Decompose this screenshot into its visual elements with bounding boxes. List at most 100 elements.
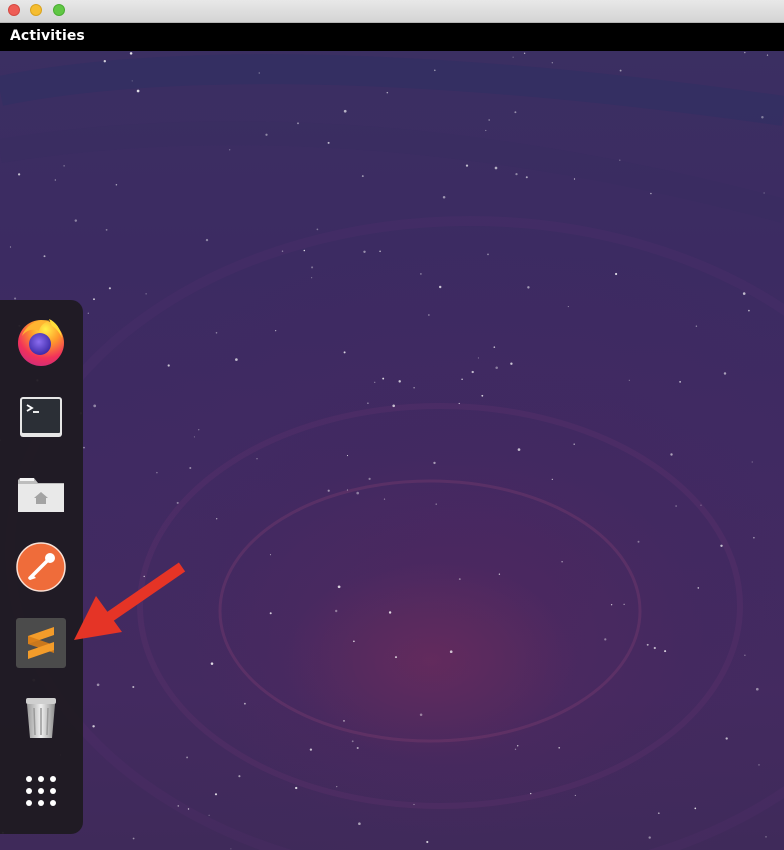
star — [751, 461, 753, 463]
star — [493, 346, 496, 348]
window-titlebar — [0, 0, 784, 23]
star — [327, 141, 330, 144]
star — [382, 377, 385, 380]
star — [694, 807, 697, 810]
firefox-icon — [18, 319, 64, 366]
star — [311, 266, 314, 269]
star — [458, 578, 461, 581]
star — [74, 219, 78, 222]
star — [216, 518, 218, 520]
star-field — [0, 51, 769, 850]
star — [646, 643, 649, 646]
star — [449, 650, 453, 654]
dock-item-files[interactable] — [14, 464, 68, 518]
star — [388, 611, 392, 614]
star — [129, 52, 133, 55]
star — [215, 332, 218, 334]
star — [363, 250, 366, 253]
star — [54, 179, 56, 181]
dock-item-trash[interactable] — [14, 690, 68, 744]
star — [386, 91, 389, 94]
star — [498, 573, 501, 575]
star — [765, 836, 767, 838]
star — [235, 358, 238, 361]
star — [523, 52, 526, 54]
star — [265, 133, 268, 136]
star — [744, 654, 746, 656]
postman-icon — [16, 542, 66, 592]
star — [358, 822, 361, 825]
desktop-wallpaper — [0, 51, 784, 850]
star — [697, 587, 700, 589]
star — [356, 491, 360, 495]
star — [177, 805, 180, 807]
star — [720, 544, 723, 548]
dock-item-terminal[interactable] — [14, 389, 68, 443]
star — [297, 122, 299, 125]
star — [176, 501, 179, 504]
star — [356, 746, 359, 750]
dock-item-sublime-text[interactable] — [14, 616, 68, 670]
maximize-window-button[interactable] — [53, 4, 65, 16]
star — [337, 585, 341, 589]
star — [343, 109, 347, 113]
star — [619, 159, 621, 161]
star — [471, 370, 474, 374]
star — [753, 536, 755, 539]
star — [623, 603, 625, 605]
star — [481, 394, 484, 397]
star — [17, 173, 21, 176]
star — [700, 504, 702, 506]
minimize-window-button[interactable] — [30, 4, 42, 16]
star — [426, 840, 429, 844]
star — [458, 402, 460, 405]
star — [619, 69, 622, 72]
star — [485, 129, 487, 132]
star — [742, 292, 746, 295]
star — [664, 650, 667, 653]
star — [487, 253, 489, 256]
star — [650, 192, 652, 195]
star — [143, 575, 145, 578]
star — [433, 461, 436, 465]
star — [105, 228, 108, 231]
star — [303, 249, 306, 252]
star — [723, 372, 727, 375]
dock-item-postman[interactable] — [14, 540, 68, 594]
star — [420, 273, 422, 275]
star — [670, 453, 673, 456]
dock-item-firefox[interactable] — [14, 314, 68, 368]
star — [637, 540, 640, 543]
star — [558, 746, 561, 749]
star — [214, 793, 218, 796]
star — [98, 631, 102, 635]
star — [103, 60, 106, 63]
star — [361, 175, 364, 178]
star — [398, 380, 401, 383]
star — [316, 228, 319, 231]
star — [515, 172, 518, 176]
top-bar: Activities — [0, 23, 784, 51]
star — [193, 436, 195, 438]
star — [93, 298, 95, 301]
star — [63, 165, 65, 167]
star — [368, 477, 371, 481]
star — [309, 748, 313, 751]
star — [530, 792, 532, 795]
star — [243, 702, 246, 705]
activities-button[interactable]: Activities — [10, 28, 85, 44]
star — [258, 72, 260, 74]
close-window-button[interactable] — [8, 4, 20, 16]
star — [435, 503, 437, 505]
star — [434, 69, 436, 72]
star — [648, 836, 651, 839]
star — [145, 293, 147, 295]
star — [442, 196, 446, 199]
star — [335, 609, 338, 613]
star — [346, 455, 349, 457]
star — [229, 149, 231, 151]
dock-item-show-applications[interactable] — [14, 764, 68, 818]
trash-icon — [26, 698, 56, 738]
star — [351, 740, 354, 743]
star — [104, 628, 107, 631]
